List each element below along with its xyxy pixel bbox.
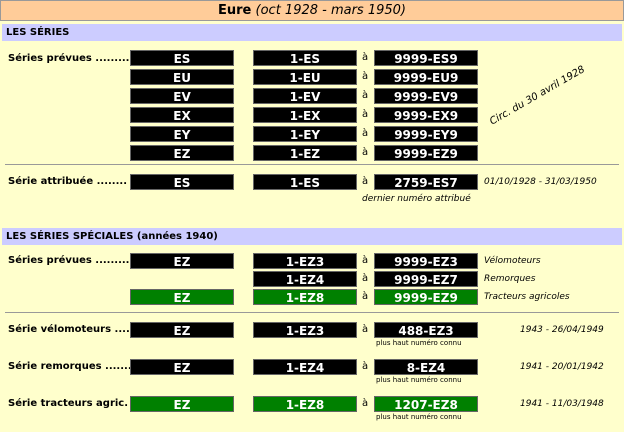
range-separator: à [362,324,369,335]
department-name: Eure [218,3,252,18]
range-separator: à [362,273,369,284]
special-planned-label: Séries prévues ......... [8,255,130,266]
series-planned-label: Séries prévues ......... [8,53,130,64]
plate-serie: EZ [130,253,234,269]
detail-dates: 1941 - 20/01/1942 [520,362,604,372]
plate-serie: EZ [130,145,234,161]
range-separator: à [362,128,369,139]
range-separator: à [362,255,369,266]
plate-to: 9999-ES9 [374,50,478,66]
section-header-special-series: LES SÉRIES SPÉCIALES (années 1940) [2,228,622,245]
plate-from: 1-ES [253,50,357,66]
divider [5,164,619,165]
plate-serie: EV [130,88,234,104]
range-separator: à [362,109,369,120]
plate-from: 1-EZ [253,145,357,161]
plate-from: 1-EU [253,69,357,85]
attribution-dates: 01/10/1928 - 31/03/1950 [484,177,597,187]
range-separator: à [362,176,369,187]
plate-to: 9999-EX9 [374,107,478,123]
series-attributed-label: Série attribuée ........ [8,176,127,187]
vehicle-type-note: Vélomoteurs [484,256,541,266]
plate-from: 1-EY [253,126,357,142]
circular-note: Circ. du 30 avril 1928 [488,64,587,128]
plate-to: 1207-EZ8 [374,396,478,412]
highest-known-note: plus haut numéro connu [376,413,462,421]
plate-from: 1-EZ3 [253,253,357,269]
range-separator: à [362,147,369,158]
plate-serie: EZ [130,289,234,305]
highest-known-note: plus haut numéro connu [376,339,462,347]
range-separator: à [362,291,369,302]
highest-known-note: plus haut numéro connu [376,376,462,384]
plate-to: 9999-EZ9 [374,145,478,161]
plate-to: 9999-EZ3 [374,253,478,269]
section-header-series: LES SÉRIES [2,24,622,41]
plate-to: 9999-EU9 [374,69,478,85]
range-separator: à [362,361,369,372]
plate-serie: EU [130,69,234,85]
plate-from: 1-EZ8 [253,396,357,412]
plate-to: 2759-ES7 [374,174,478,190]
department-period: (oct 1928 - mars 1950) [255,3,406,18]
range-separator: à [362,52,369,63]
plate-serie: EZ [130,359,234,375]
plate-from: 1-EZ3 [253,322,357,338]
range-separator: à [362,71,369,82]
plate-from: 1-EZ4 [253,271,357,287]
vehicle-type-note: Tracteurs agricoles [484,292,570,302]
last-number-note: dernier numéro attribué [362,194,471,204]
detail-label: Série vélomoteurs .... [8,324,130,335]
plate-to: 9999-EZ7 [374,271,478,287]
plate-to: 8-EZ4 [374,359,478,375]
plate-from: 1-EV [253,88,357,104]
plate-to: 9999-EZ9 [374,289,478,305]
plate-serie: EZ [130,322,234,338]
plate-from: 1-ES [253,174,357,190]
plate-serie: EY [130,126,234,142]
plate-serie: ES [130,174,234,190]
detail-label: Série remorques ....... [8,361,132,372]
plate-to: 488-EZ3 [374,322,478,338]
plate-from: 1-EX [253,107,357,123]
plate-serie: EZ [130,396,234,412]
detail-label: Série tracteurs agric. [8,398,129,409]
page-title: Eure (oct 1928 - mars 1950) [0,0,624,21]
plate-to: 9999-EY9 [374,126,478,142]
plate-to: 9999-EV9 [374,88,478,104]
plate-from: 1-EZ8 [253,289,357,305]
detail-dates: 1941 - 11/03/1948 [520,399,604,409]
vehicle-type-note: Remorques [484,274,536,284]
plate-serie: EX [130,107,234,123]
detail-dates: 1943 - 26/04/1949 [520,325,604,335]
range-separator: à [362,90,369,101]
plate-from: 1-EZ4 [253,359,357,375]
plate-serie: ES [130,50,234,66]
divider [5,312,619,313]
range-separator: à [362,398,369,409]
